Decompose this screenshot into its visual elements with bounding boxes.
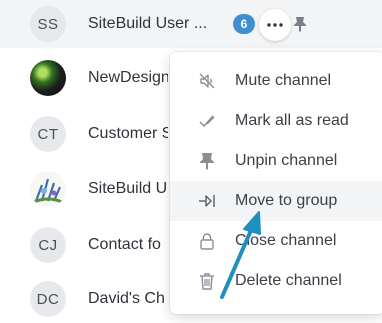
lock-icon [200, 233, 214, 250]
pin-icon [200, 153, 214, 170]
menu-item-label: Delete channel [235, 272, 342, 289]
unread-badge: 6 [233, 14, 255, 34]
more-options-button[interactable] [259, 9, 291, 41]
avatar: SS [30, 6, 66, 42]
channel-name: NewDesign [88, 69, 168, 86]
avatar: DC [30, 281, 66, 317]
menu-item-move-to-group[interactable]: Move to group [170, 181, 382, 221]
plant-image [33, 178, 63, 204]
channel-name: Customer S [88, 125, 168, 142]
menu-item-label: Move to group [235, 192, 338, 209]
channel-options-menu: Mute channel Mark all as read Unpin chan… [170, 52, 382, 314]
avatar: CT [30, 116, 66, 152]
check-icon [199, 115, 215, 128]
menu-item-label: Mute channel [235, 72, 332, 89]
channel-name: SiteBuild User ... [88, 15, 208, 32]
avatar-image [30, 60, 66, 96]
menu-item-mute-channel[interactable]: Mute channel [170, 61, 382, 101]
channel-name: David's Ch [88, 290, 165, 307]
menu-item-delete-channel[interactable]: Delete channel [170, 261, 382, 301]
avatar: CJ [30, 227, 66, 263]
trash-icon [200, 273, 214, 290]
menu-item-unpin-channel[interactable]: Unpin channel [170, 141, 382, 181]
ellipsis-icon [267, 23, 283, 27]
menu-item-label: Unpin channel [235, 152, 338, 169]
menu-item-label: Close channel [235, 232, 337, 249]
menu-item-close-channel[interactable]: Close channel [170, 221, 382, 261]
channel-name: SiteBuild U [88, 180, 168, 197]
menu-item-mark-all-as-read[interactable]: Mark all as read [170, 101, 382, 141]
move-icon [199, 195, 215, 207]
mute-icon [199, 73, 215, 89]
menu-item-label: Mark all as read [235, 112, 349, 129]
channel-row-sitebuild-users[interactable]: SS SiteBuild User ... 6 [0, 0, 382, 48]
channel-name: Contact fo [88, 236, 161, 253]
pin-icon [294, 17, 306, 32]
avatar-image [30, 171, 66, 207]
